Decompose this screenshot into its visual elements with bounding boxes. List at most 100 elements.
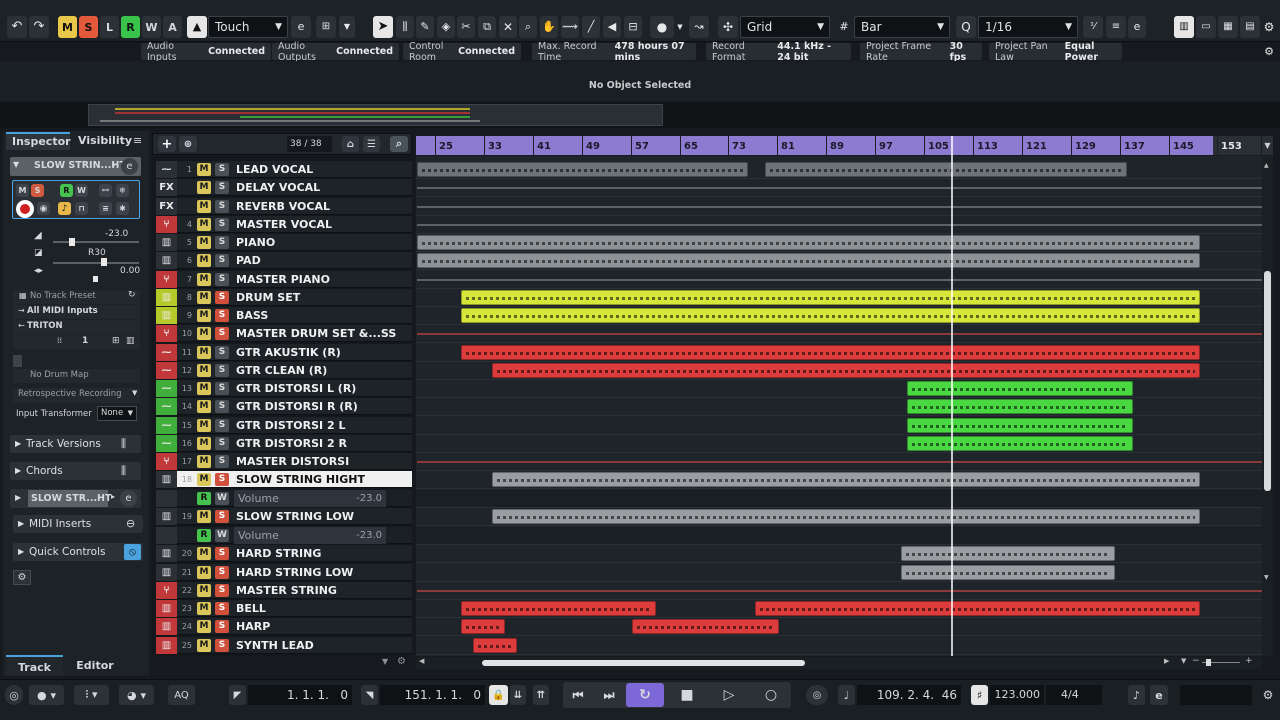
track-lane[interactable] <box>416 398 1262 416</box>
tempo-track-icon[interactable]: ♯ <box>971 685 988 705</box>
event-clip[interactable] <box>417 235 1200 250</box>
solo-button[interactable]: S <box>215 364 229 377</box>
write-automation-button[interactable]: W <box>75 184 88 197</box>
record-mode-icon[interactable]: ● ▾ <box>29 685 64 705</box>
track-row[interactable]: ▥ 8 M S DRUM SET <box>156 289 412 306</box>
write-automation-button[interactable]: W <box>215 529 229 542</box>
mute-button[interactable]: M <box>197 639 211 652</box>
event-clip[interactable] <box>907 418 1133 433</box>
track-row[interactable]: ▥ 21 M S HARD STRING LOW <box>156 564 412 581</box>
quantize-icon[interactable]: Q <box>956 16 976 38</box>
gear-icon[interactable]: ⚙ <box>1262 16 1276 38</box>
bypass-icon[interactable]: ꟷ <box>99 184 112 197</box>
search-icon[interactable]: ⌕ <box>390 136 408 152</box>
status-item[interactable]: Control Room Connected <box>403 41 521 63</box>
chevron-up-icon[interactable]: ▲ <box>1264 162 1270 170</box>
solo-button[interactable]: S <box>215 602 229 615</box>
record-enable-button[interactable] <box>16 200 34 218</box>
gear-icon[interactable]: ⚙ <box>1260 685 1276 705</box>
solo-button[interactable]: S <box>215 419 229 432</box>
layout-right-zone-icon[interactable]: ▦ <box>1218 16 1238 38</box>
automation-parameter[interactable]: Volume <box>234 490 344 507</box>
status-item[interactable]: Audio Outputs Connected <box>272 41 399 63</box>
inspector-track-header[interactable]: ▼ SLOW STRIN...HT ▸ e <box>10 157 141 176</box>
hand-tool-icon[interactable]: ✋ <box>540 16 558 38</box>
event-clip[interactable] <box>461 290 1200 305</box>
mute-button[interactable]: M <box>197 602 211 615</box>
mute-button[interactable]: M <box>197 510 211 523</box>
track-row[interactable]: FX M S REVERB VOCAL <box>156 198 412 215</box>
glue-tool-icon[interactable]: ⧉ <box>478 16 496 38</box>
gear-icon[interactable]: ⚙ <box>1262 43 1276 60</box>
solo-button[interactable]: S <box>215 309 229 322</box>
chevron-right-icon[interactable]: ▶ <box>1164 657 1169 665</box>
grid-type-select[interactable]: Grid ▼ <box>740 16 830 38</box>
track-lane[interactable] <box>416 380 1262 398</box>
snap-icon[interactable]: ✣ <box>718 16 738 38</box>
line-tool-icon[interactable]: ╱ <box>582 16 600 38</box>
event-clip[interactable] <box>755 601 1200 616</box>
mute-button[interactable]: M <box>197 327 211 340</box>
solo-button[interactable]: S <box>215 236 229 249</box>
automation-lane-header[interactable]: R W Volume -23.0 <box>156 527 412 544</box>
event-clip[interactable] <box>461 345 1200 360</box>
drum-map-select[interactable]: No Drum Map <box>13 369 140 383</box>
event-clip[interactable] <box>492 472 1200 487</box>
write-automation-button[interactable]: W <box>215 492 229 505</box>
volume-fader[interactable] <box>53 241 139 243</box>
event-clip[interactable] <box>492 363 1200 378</box>
mute-button[interactable]: M <box>197 254 211 267</box>
state-button-a[interactable]: A <box>163 16 182 38</box>
track-row[interactable]: ▥ 9 M S BASS <box>156 307 412 324</box>
track-lane[interactable] <box>416 417 1262 435</box>
track-row[interactable]: ⁓ 11 M S GTR AKUSTIK (R) <box>156 344 412 361</box>
track-row[interactable]: ⑂ 4 M S MASTER VOCAL <box>156 216 412 233</box>
iterative-quantize-icon[interactable]: ⅟ <box>1083 16 1103 38</box>
home-icon[interactable]: ⌂ <box>342 136 359 152</box>
zoom-in-icon[interactable]: + <box>1245 656 1253 666</box>
state-button-m[interactable]: M <box>58 16 77 38</box>
edit-instrument-icon[interactable]: e <box>121 158 138 175</box>
color-icon[interactable]: ● <box>650 16 674 38</box>
track-row[interactable]: ▥ 19 M S SLOW STRING LOW <box>156 508 412 525</box>
event-clip[interactable] <box>417 162 748 177</box>
edit-icon[interactable]: e <box>1128 16 1146 38</box>
midi-input-select[interactable]: → All MIDI Inputs <box>13 305 140 319</box>
add-track-icon[interactable]: + <box>158 136 176 152</box>
event-clip[interactable] <box>417 253 1200 268</box>
tab-editor[interactable]: Editor <box>65 655 125 676</box>
section-quick-controls[interactable]: ▶ Quick Controls ⦸ <box>13 543 143 561</box>
tab-inspector[interactable]: Inspector <box>6 132 71 150</box>
track-row[interactable]: ⑂ 22 M S MASTER STRING <box>156 582 412 599</box>
track-row[interactable]: ⁓ 13 M S GTR DISTORSI L (R) <box>156 380 412 397</box>
solo-button[interactable]: S <box>215 218 229 231</box>
event-clip[interactable] <box>907 381 1133 396</box>
right-locator[interactable]: 151. 1. 1. 0 <box>380 685 485 705</box>
automation-line[interactable] <box>417 333 1262 335</box>
go-to-previous-marker-icon[interactable]: ⏮ <box>567 685 589 705</box>
track-preset[interactable]: ▦ No Track Preset ↻ <box>13 290 140 304</box>
mute-button[interactable]: M <box>197 181 211 194</box>
solo-button[interactable]: S <box>215 291 229 304</box>
chevron-down-icon[interactable]: ▼ <box>1181 657 1186 665</box>
state-button-s[interactable]: S <box>79 16 98 38</box>
remote-control-icon[interactable]: ⦸ <box>124 544 141 560</box>
menu-icon[interactable]: ≡ <box>133 133 145 151</box>
gear-icon[interactable]: ⚙ <box>397 656 406 667</box>
solo-button[interactable]: S <box>215 254 229 267</box>
mute-button[interactable]: M <box>197 566 211 579</box>
mute-button[interactable]: M <box>197 218 211 231</box>
mute-button[interactable]: M <box>197 273 211 286</box>
mute-button[interactable]: M <box>197 163 211 176</box>
quantize-select[interactable]: 1/16 ▼ <box>978 16 1078 38</box>
track-row[interactable]: ▥ 5 M S PIANO <box>156 234 412 251</box>
automation-line[interactable] <box>417 187 1262 189</box>
mute-button[interactable]: M <box>197 584 211 597</box>
punch-out-icon[interactable]: ⇈ <box>533 685 549 705</box>
event-clip[interactable] <box>461 308 1200 323</box>
mute-button[interactable]: M <box>197 455 211 468</box>
automation-value[interactable]: -23.0 <box>342 490 386 507</box>
track-row[interactable]: ⁓ 16 M S GTR DISTORSI 2 R <box>156 435 412 452</box>
split-tool-icon[interactable]: ✂ <box>457 16 475 38</box>
solo-button[interactable]: S <box>215 181 229 194</box>
